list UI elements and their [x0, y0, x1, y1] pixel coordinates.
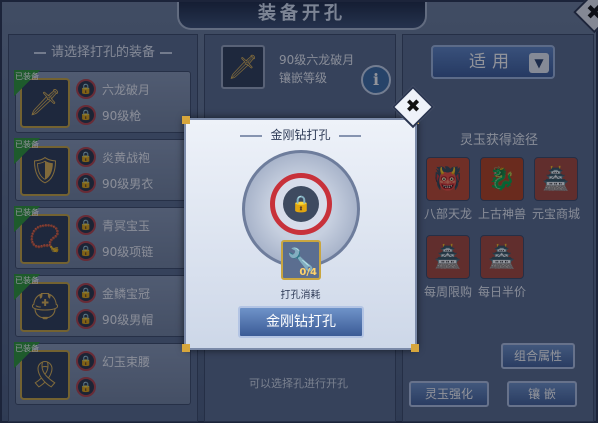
corner-ornament	[182, 344, 190, 352]
drill-count: 0/4	[299, 267, 317, 278]
drill-cost-label: 打孔消耗	[280, 290, 321, 301]
drill-socket-button[interactable]: 金刚钻打孔	[238, 306, 364, 338]
corner-ornament	[411, 344, 419, 352]
drill-socket-dialog: 金刚钻打孔 🔒 🔧 0/4 打孔消耗 金刚钻打孔	[182, 116, 419, 352]
corner-ornament	[182, 116, 190, 124]
dialog-title: 金刚钻打孔	[186, 126, 415, 143]
diamond-drill-item[interactable]: 🔧 0/4	[281, 240, 321, 280]
lock-icon: 🔒	[283, 186, 319, 222]
close-icon: ✖	[405, 96, 421, 117]
socket-slot[interactable]: 🔒	[270, 173, 332, 235]
